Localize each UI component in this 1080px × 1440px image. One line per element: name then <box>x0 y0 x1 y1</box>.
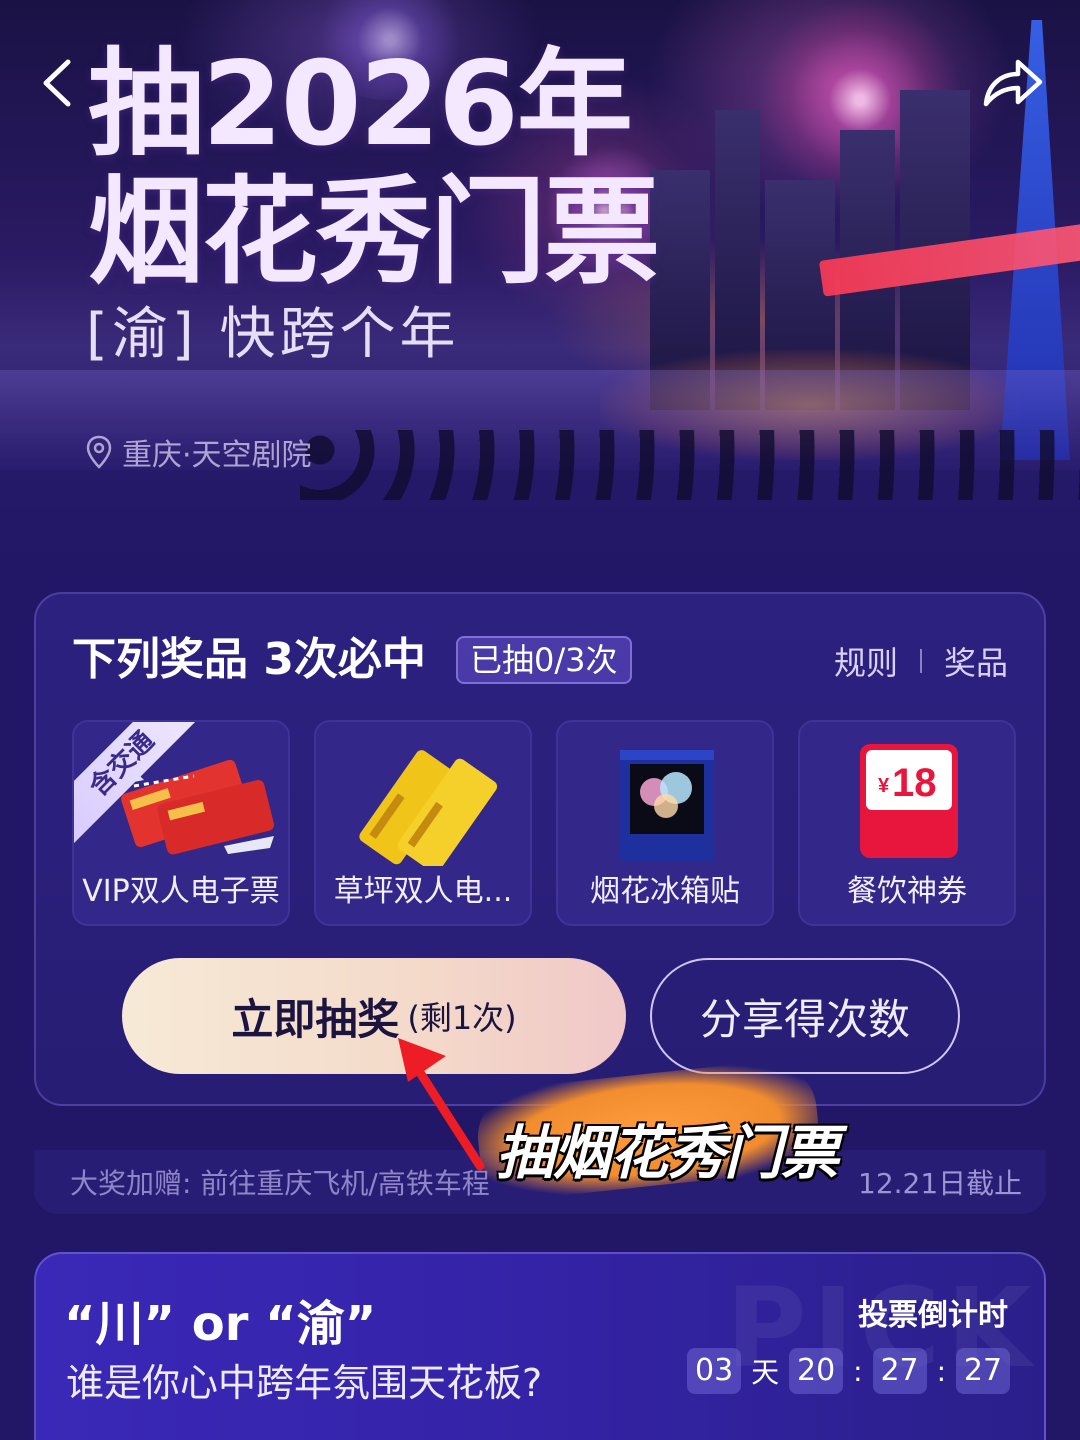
vote-card[interactable]: PICK “川” or “渝” 谁是你心中跨年氛围天花板? 投票倒计时 03 天… <box>34 1252 1046 1440</box>
draw-count-badge: 已抽0/3次 <box>456 636 632 684</box>
crowd-silhouette <box>300 430 1080 500</box>
countdown-separator: : <box>936 1354 946 1388</box>
page-subtitle: [渝] 快跨个年 <box>86 302 460 367</box>
countdown-hours: 20 <box>789 1348 844 1394</box>
prize-card: 下列奖品 3次必中 已抽0/3次 规则 奖品 含交通 VIP双人电子票 草坪双人… <box>34 592 1046 1106</box>
countdown-minutes: 27 <box>872 1348 927 1394</box>
draw-now-button[interactable]: 立即抽奖 (剩1次) <box>122 958 626 1074</box>
countdown-seconds: 27 <box>956 1348 1010 1394</box>
countdown-label: 投票倒计时 <box>858 1298 1008 1333</box>
deadline-note: 12.21日截止 <box>858 1167 1023 1200</box>
fridge-magnet-icon <box>620 750 714 862</box>
coupon-icon: ¥ 18 <box>860 744 958 858</box>
countdown-days-unit: 天 <box>751 1356 780 1389</box>
coupon-value: 18 <box>892 761 937 805</box>
location-pin-icon <box>86 435 112 469</box>
prize-item[interactable]: 草坪双人电... <box>314 720 532 926</box>
countdown-separator: : <box>853 1354 863 1388</box>
prize-name: 餐饮神券 <box>847 874 967 909</box>
annotation-caption: 抽烟花秀门票 <box>496 1119 839 1187</box>
prize-name: VIP双人电子票 <box>82 874 280 909</box>
divider <box>919 649 922 673</box>
prize-item[interactable]: ¥ 18 餐饮神券 <box>798 720 1016 926</box>
location-text: 重庆·天空剧院 <box>122 438 312 473</box>
page-title-line2: 烟花秀门票 <box>88 165 660 300</box>
prize-name: 烟花冰箱贴 <box>590 874 740 909</box>
prize-heading: 下列奖品 3次必中 <box>72 634 426 685</box>
vote-title: “川” or “渝” <box>64 1296 377 1352</box>
prizes-link[interactable]: 奖品 <box>944 638 1008 684</box>
draw-button-label: 立即抽奖 <box>231 994 400 1044</box>
rules-link[interactable]: 规则 <box>834 638 898 684</box>
countdown-timer: 03 天 20 : 27 : 27 <box>687 1348 1010 1394</box>
prize-list: 含交通 VIP双人电子票 草坪双人电... 烟花冰箱贴 ¥ 18 餐饮神券 <box>72 720 1016 926</box>
coupon-currency: ¥ <box>878 775 890 797</box>
page-title-line1: 抽2026年 <box>88 37 633 172</box>
countdown-days: 03 <box>687 1348 742 1394</box>
share-icon[interactable] <box>980 52 1044 112</box>
prize-item[interactable]: 含交通 VIP双人电子票 <box>72 720 290 926</box>
prize-name: 草坪双人电... <box>333 874 513 909</box>
share-for-draws-button[interactable]: 分享得次数 <box>650 958 960 1074</box>
yellow-ticket-icon <box>359 750 498 866</box>
vote-question: 谁是你心中跨年氛围天花板? <box>66 1361 543 1405</box>
prize-item[interactable]: 烟花冰箱贴 <box>556 720 774 926</box>
prize-links: 规则 奖品 <box>834 638 1008 684</box>
back-chevron-icon[interactable] <box>38 58 78 108</box>
location-label: 重庆·天空剧院 <box>86 430 312 474</box>
